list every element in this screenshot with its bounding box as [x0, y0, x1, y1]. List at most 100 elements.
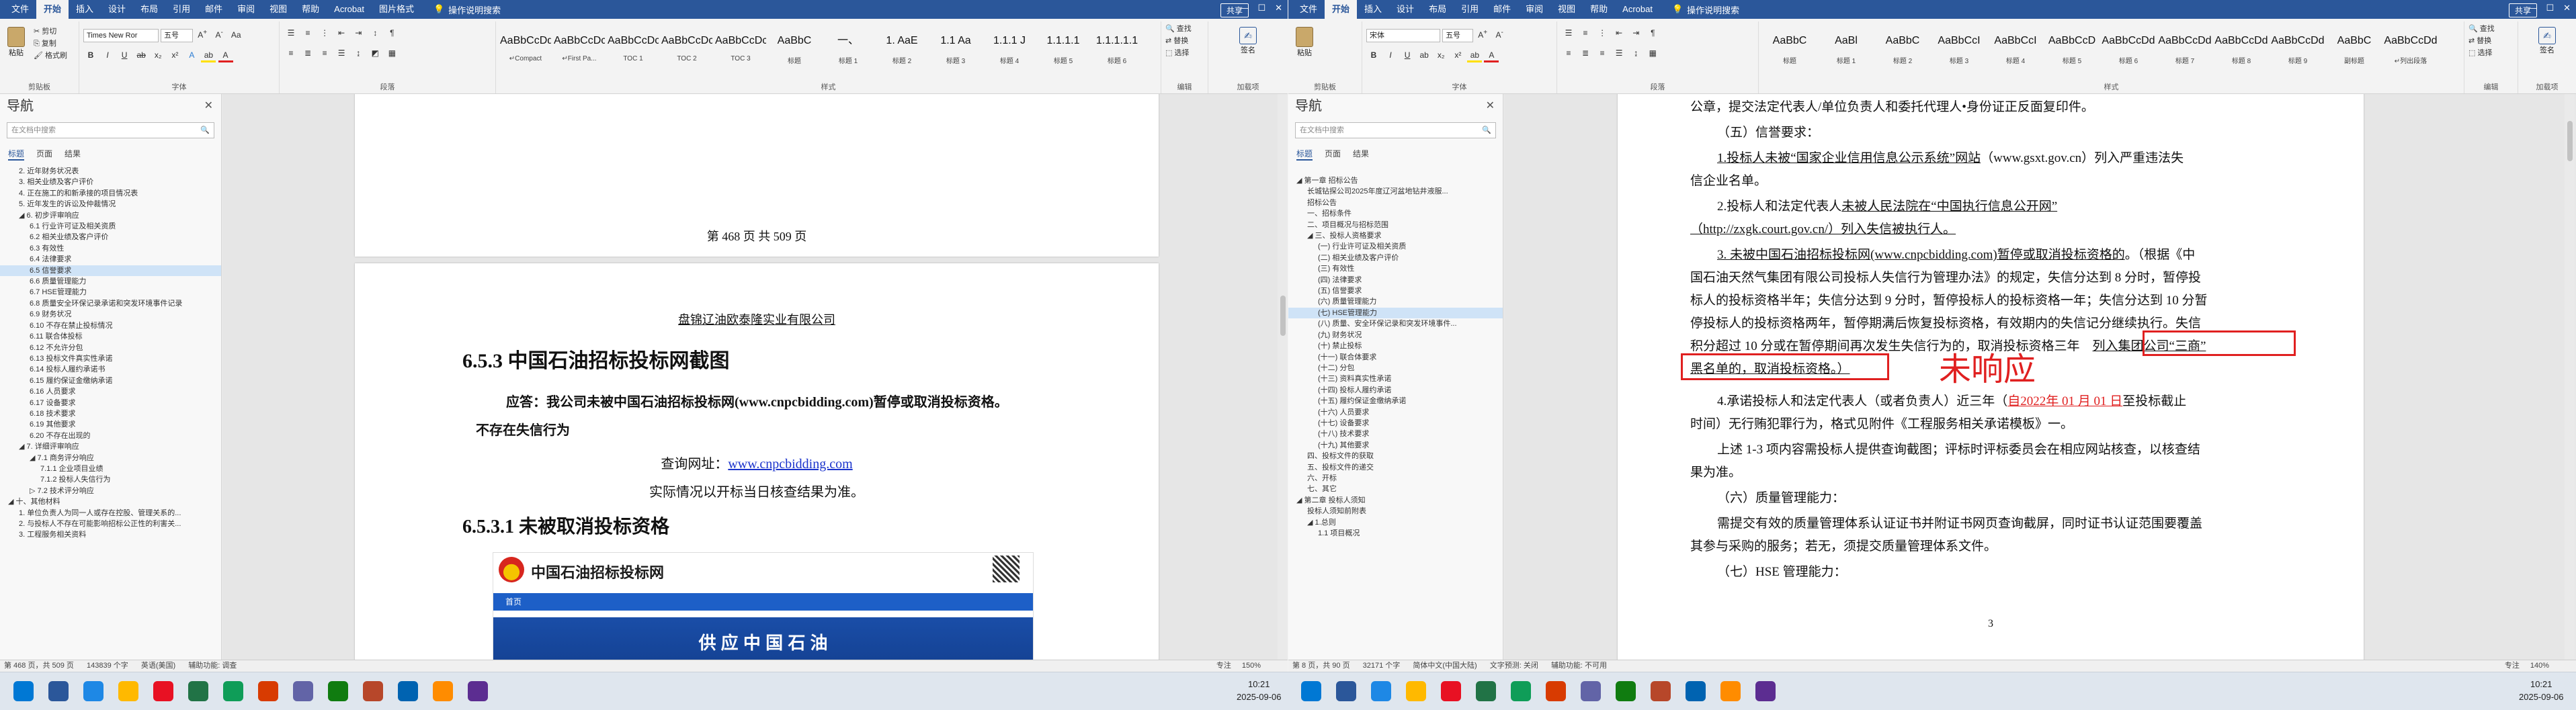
ribbon-tab[interactable]: 文件 [4, 0, 36, 19]
increase-indent-icon[interactable]: ⇥ [351, 26, 366, 40]
vertical-scrollbar[interactable] [2565, 94, 2575, 660]
change-case-icon[interactable]: Aa [228, 28, 243, 42]
nav-heading-item[interactable]: 6.5 信誉要求 [0, 265, 221, 277]
style-card[interactable]: AaBbCcI 标题 4 [1989, 27, 2042, 74]
close-icon[interactable]: ✕ [204, 94, 213, 118]
nav-heading-item[interactable]: ◢ 第二章 投标人须知 [1288, 495, 1503, 506]
ribbon-tab[interactable]: 帮助 [1583, 0, 1615, 19]
nav-heading-item[interactable]: 一、招标条件 [1288, 208, 1503, 219]
nav-heading-item[interactable]: (十一) 联合体要求 [1288, 352, 1503, 363]
font-name-box[interactable]: 宋体 [1366, 29, 1440, 43]
nav-heading-item[interactable]: (八) 质量、安全环保记录和突发环境事件... [1288, 318, 1503, 329]
borders-icon[interactable]: ▦ [1645, 46, 1660, 60]
nav-heading-item[interactable]: 3. 工程服务相关资料 [0, 529, 221, 540]
tell-me-search[interactable]: 💡 操作说明搜索 [433, 3, 501, 16]
chrome-icon[interactable] [153, 681, 173, 701]
nav-heading-item[interactable]: 6.7 HSE管理能力 [0, 287, 221, 298]
nav-heading-item[interactable]: (十七) 设备要求 [1288, 418, 1503, 429]
app-icon[interactable] [1755, 681, 1776, 701]
excel-icon[interactable] [1511, 681, 1531, 701]
nav-heading-item[interactable]: 六、开标 [1288, 473, 1503, 484]
nav-heading-item[interactable]: ◢ 第一章 招标公告 [1288, 175, 1503, 186]
font-size-box[interactable]: 五号 [1442, 29, 1474, 43]
ribbon-tab[interactable]: 视图 [262, 0, 294, 19]
nav-tab[interactable]: 结果 [1353, 148, 1369, 161]
maximize-icon[interactable]: ☐ [1257, 3, 1265, 13]
nav-heading-item[interactable]: (十九) 其他要求 [1288, 440, 1503, 451]
style-card[interactable]: AaBbCcDd 标题 6 [2102, 27, 2155, 74]
nav-heading-item[interactable]: 6.6 质量管理能力 [0, 276, 221, 287]
nav-heading-item[interactable]: 7.1.1 企业项目业绩 [0, 463, 221, 474]
grow-font-icon[interactable]: A+ [195, 26, 210, 40]
cnpcbidding-link[interactable]: www.cnpcbidding.com [728, 457, 852, 472]
nav-heading-item[interactable]: (十八) 技术要求 [1288, 429, 1503, 439]
strikethrough-icon[interactable]: ab [134, 48, 149, 62]
ribbon-tab[interactable]: Acrobat [1615, 0, 1660, 19]
underline-icon[interactable]: U [117, 48, 132, 62]
increase-indent-icon[interactable]: ⇥ [1628, 26, 1643, 40]
nav-heading-item[interactable]: ◢ 7. 详细评审响应 [0, 441, 221, 452]
nav-heading-item[interactable]: 6.1 行业许可证及相关资质 [0, 221, 221, 232]
ribbon-tab[interactable]: 插入 [69, 0, 101, 19]
word-icon[interactable] [1371, 681, 1391, 701]
ribbon-tab[interactable]: 邮件 [1486, 0, 1518, 19]
paste-button[interactable]: 粘贴 [4, 27, 28, 58]
format-painter-button[interactable]: 🖌 格式刷 [34, 50, 67, 62]
ribbon-tab[interactable]: 审阅 [1518, 0, 1550, 19]
nav-heading-item[interactable]: (十三) 资料真实性承诺 [1288, 373, 1503, 384]
nav-tab[interactable]: 结果 [65, 148, 81, 161]
nav-heading-item[interactable]: 2. 近年财务状况表 [0, 166, 221, 177]
nav-heading-item[interactable]: (十二) 分包 [1288, 363, 1503, 373]
style-card[interactable]: AaBbC 标题 [1763, 27, 1817, 74]
shrink-font-icon[interactable]: A- [212, 26, 226, 40]
ribbon-tab[interactable]: 布局 [133, 0, 165, 19]
ribbon-tab[interactable]: 引用 [1454, 0, 1486, 19]
nav-heading-item[interactable]: 二、项目概况与招标范围 [1288, 220, 1503, 230]
superscript-icon[interactable]: x² [167, 48, 182, 62]
search-icon[interactable] [48, 681, 69, 701]
style-card[interactable]: AaBbCcDd 标题 9 [2271, 27, 2325, 74]
nav-heading-item[interactable]: ◢ 十、其他材料 [0, 496, 221, 507]
font-size-box[interactable]: 五号 [161, 29, 194, 43]
line-spacing-icon[interactable]: ↨ [1628, 46, 1643, 60]
superscript-icon[interactable]: x² [1450, 48, 1465, 62]
font-color-icon[interactable]: A [218, 48, 233, 63]
nav-tab[interactable]: 页面 [36, 148, 52, 161]
style-card[interactable]: AaBl 标题 1 [1819, 27, 1873, 74]
nav-heading-item[interactable]: 6.13 投标文件真实性承诺 [0, 353, 221, 364]
chrome-icon[interactable] [1441, 681, 1461, 701]
style-card[interactable]: 1. AaE 标题 2 [876, 27, 927, 74]
highlight-icon[interactable]: ab [1467, 48, 1483, 63]
start-icon[interactable] [1301, 681, 1321, 701]
multilevel-list-icon[interactable]: ⋮ [1595, 26, 1610, 40]
decrease-indent-icon[interactable]: ⇤ [334, 26, 349, 40]
minimize-icon[interactable]: — [1239, 3, 1248, 13]
bold-icon[interactable]: B [83, 48, 98, 62]
shading-icon[interactable]: ◩ [368, 46, 382, 60]
nav-heading-item[interactable]: 6.16 人员要求 [0, 386, 221, 397]
app-icon[interactable] [1686, 681, 1706, 701]
nav-heading-item[interactable]: 6.14 投标人履约承诺书 [0, 364, 221, 375]
nav-heading-item[interactable]: 6.3 有效性 [0, 243, 221, 254]
align-right-icon[interactable]: ≡ [317, 46, 332, 60]
justify-icon[interactable]: ☰ [334, 46, 349, 60]
paste-button[interactable]: 粘贴 [1292, 27, 1317, 58]
sort-icon[interactable]: ↕ [368, 26, 382, 40]
numbering-icon[interactable]: ≡ [300, 26, 315, 40]
sign-button[interactable]: ✍ 签名 [1212, 27, 1284, 55]
nav-heading-item[interactable]: 6.18 技术要求 [0, 408, 221, 419]
align-left-icon[interactable]: ≡ [1561, 46, 1576, 60]
explorer-icon[interactable] [118, 681, 138, 701]
nav-search-input[interactable]: 在文档中搜索 🔍 [7, 122, 214, 138]
nav-heading-item[interactable]: 2. 与投标人不存在可能影响招标公正性的利害关... [0, 519, 221, 529]
nav-heading-item[interactable]: (十六) 人员要求 [1288, 407, 1503, 418]
nav-heading-item[interactable]: (七) HSE管理能力 [1288, 307, 1503, 319]
style-card[interactable]: AaBbC 标题 2 [1876, 27, 1929, 74]
text-effects-icon[interactable]: A [184, 48, 199, 62]
nav-heading-item[interactable]: ▷ 7.2 技术评分响应 [0, 486, 221, 496]
subscript-icon[interactable]: x₂ [1434, 48, 1448, 62]
zoom-level[interactable]: 140% [2530, 662, 2549, 670]
nav-heading-item[interactable]: 1. 单位负责人为同一人或存在控股、管理关系的... [0, 508, 221, 519]
style-card[interactable]: AaBbC 标题 [769, 27, 820, 74]
zoom-level[interactable]: 150% [1242, 662, 1261, 670]
